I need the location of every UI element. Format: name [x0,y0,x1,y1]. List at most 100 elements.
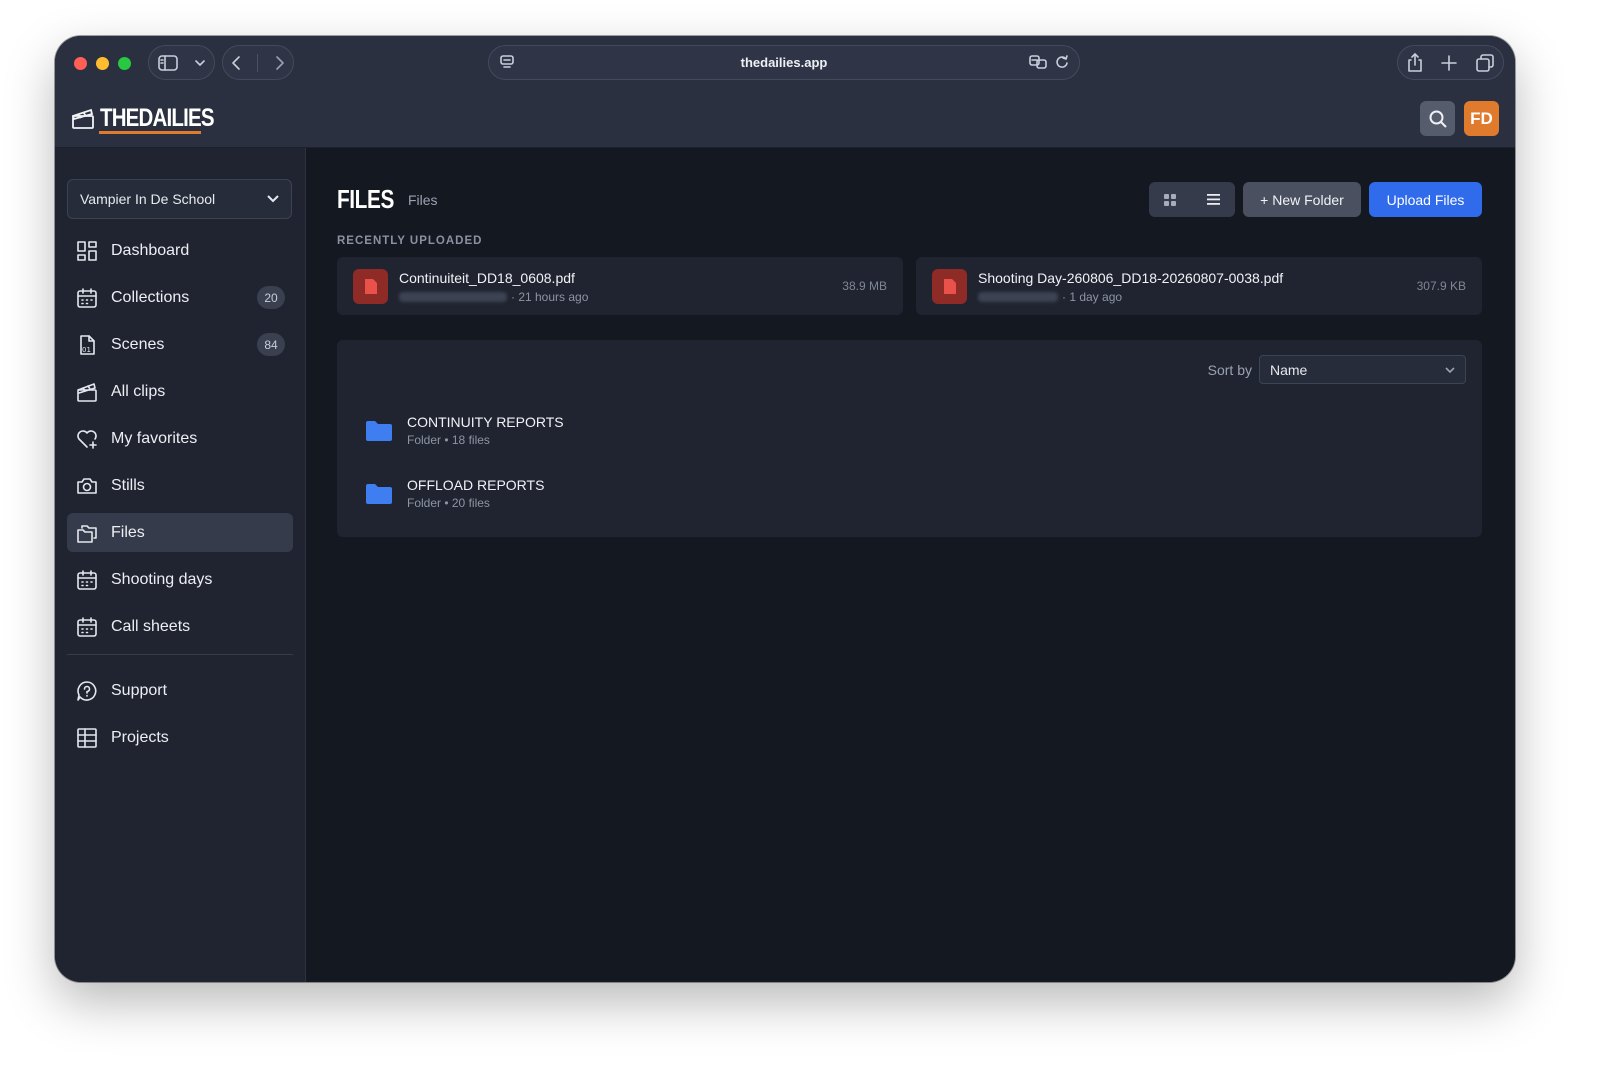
new-tab-icon[interactable] [1441,54,1458,71]
sidebar-item-scenes[interactable]: 01 Scenes 84 [67,325,293,364]
file-meta: · 21 hours ago [399,290,588,304]
sidebar-icon [157,54,178,71]
file-size: 38.9 MB [842,279,887,293]
recent-file-card[interactable]: Shooting Day-260806_DD18-20260807-0038.p… [916,257,1482,315]
search-icon [1429,110,1447,128]
breadcrumb: Files [408,192,438,208]
file-name: Shooting Day-260806_DD18-20260807-0038.p… [978,270,1284,286]
zoom-window-button[interactable] [118,57,131,70]
folder-icon [366,484,392,504]
page-title: FILES [337,184,394,214]
search-button[interactable] [1420,101,1455,136]
sort-value: Name [1270,361,1308,378]
heart-icon [77,429,97,449]
file-meta: · 1 day ago [978,290,1122,304]
user-avatar[interactable]: FD [1464,101,1499,136]
svg-text:01: 01 [82,346,91,354]
sidebar-item-files[interactable]: Files [67,513,293,552]
address-bar[interactable]: thedailies.app [488,45,1080,80]
share-icon[interactable] [1407,52,1423,73]
reload-icon[interactable] [1055,54,1069,70]
upload-files-button[interactable]: Upload Files [1369,182,1482,217]
files-icon [77,524,97,543]
count-badge: 20 [257,286,285,309]
main-content: FILES Files + New Folder Upload Files RE… [306,148,1515,982]
logo-text: THEDAILIES [100,104,214,132]
tab-overview-icon[interactable] [1476,53,1494,72]
file-name: Continuiteit_DD18_0608.pdf [399,270,575,286]
folder-icon [366,421,392,441]
browser-toolbar: thedailies.app [55,36,1515,92]
count-badge: 84 [257,333,285,356]
grid-view-icon[interactable] [1164,193,1177,206]
sidebar-toggle-button[interactable] [148,45,215,80]
list-view-icon[interactable] [1206,194,1220,205]
file-upload-time: · 1 day ago [1062,290,1123,304]
app-logo[interactable]: THEDAILIES [71,104,239,132]
sidebar-item-label: Projects [111,728,169,746]
sidebar-item-label: My favorites [111,429,198,447]
calendar-icon [77,616,97,637]
back-icon[interactable] [231,55,241,71]
chevron-down-icon [1445,366,1455,373]
sort-select[interactable]: Name [1259,355,1466,384]
sidebar-item-my-favorites[interactable]: My favorites [67,419,293,458]
sidebar-item-label: Files [111,523,145,541]
help-bubble-icon [77,680,97,701]
sidebar-item-label: Support [111,681,168,699]
file-upload-time: · 21 hours ago [511,290,589,304]
pdf-file-icon [932,269,967,304]
sidebar-item-label: Stills [111,476,145,494]
close-window-button[interactable] [74,57,87,70]
project-name: Vampier In De School [80,191,216,207]
navigation-buttons [222,45,294,80]
page-menu-icon[interactable] [499,54,515,70]
app-header: THEDAILIES FD [55,92,1515,148]
sidebar-item-label: Scenes [111,335,165,353]
calendar-icon [77,287,97,308]
calendar-icon [77,569,97,590]
sidebar-item-label: Collections [111,288,190,306]
folder-row-continuity-reports[interactable]: CONTINUITY REPORTS Folder • 18 files [366,412,866,452]
folder-row-offload-reports[interactable]: OFFLOAD REPORTS Folder • 20 files [366,475,866,515]
sidebar-item-dashboard[interactable]: Dashboard [67,231,293,270]
folder-name: CONTINUITY REPORTS [407,414,564,430]
grid-table-icon [77,727,97,748]
file-size: 307.9 KB [1416,279,1466,293]
folder-meta: Folder • 20 files [407,496,490,510]
sidebar: Vampier In De School Dashboard Collectio… [55,148,306,982]
sidebar-divider [67,654,293,655]
redacted-uploader [978,292,1058,302]
chevron-down-icon [267,195,279,203]
recent-file-card[interactable]: Continuiteit_DD18_0608.pdf · 21 hours ag… [337,257,903,315]
sidebar-item-label: All clips [111,382,166,400]
sidebar-item-all-clips[interactable]: All clips [67,372,293,411]
scene-file-icon: 01 [80,334,95,355]
sidebar-nav: Dashboard Collections 20 01 Scenes 84 Al… [67,231,293,765]
clapperboard-logo-icon [71,108,94,129]
sidebar-item-label: Shooting days [111,570,213,588]
sort-by-label: Sort by [1207,362,1252,378]
logo-underline [99,131,201,134]
sidebar-item-stills[interactable]: Stills [67,466,293,505]
folders-panel: Sort by Name CONTINUITY REPORTS Folder •… [337,340,1482,537]
sidebar-item-support[interactable]: Support [67,671,293,710]
clapperboard-icon [77,382,97,402]
sidebar-item-collections[interactable]: Collections 20 [67,278,293,317]
recently-uploaded-heading: RECENTLY UPLOADED [337,235,483,247]
folder-name: OFFLOAD REPORTS [407,477,545,493]
sidebar-item-shooting-days[interactable]: Shooting days [67,560,293,599]
sidebar-item-call-sheets[interactable]: Call sheets [67,607,293,646]
forward-icon[interactable] [275,55,285,71]
pdf-file-icon [353,269,388,304]
browser-window: thedailies.app THEDAILIES FD Vampier In … [55,36,1515,982]
redacted-uploader [399,292,507,302]
project-selector[interactable]: Vampier In De School [67,179,292,219]
sidebar-item-projects[interactable]: Projects [67,718,293,757]
new-folder-button[interactable]: + New Folder [1243,182,1361,217]
url-text: thedailies.app [740,55,828,70]
translate-icon[interactable] [1029,54,1047,70]
browser-actions [1397,45,1504,80]
minimize-window-button[interactable] [96,57,109,70]
camera-icon [77,477,97,494]
